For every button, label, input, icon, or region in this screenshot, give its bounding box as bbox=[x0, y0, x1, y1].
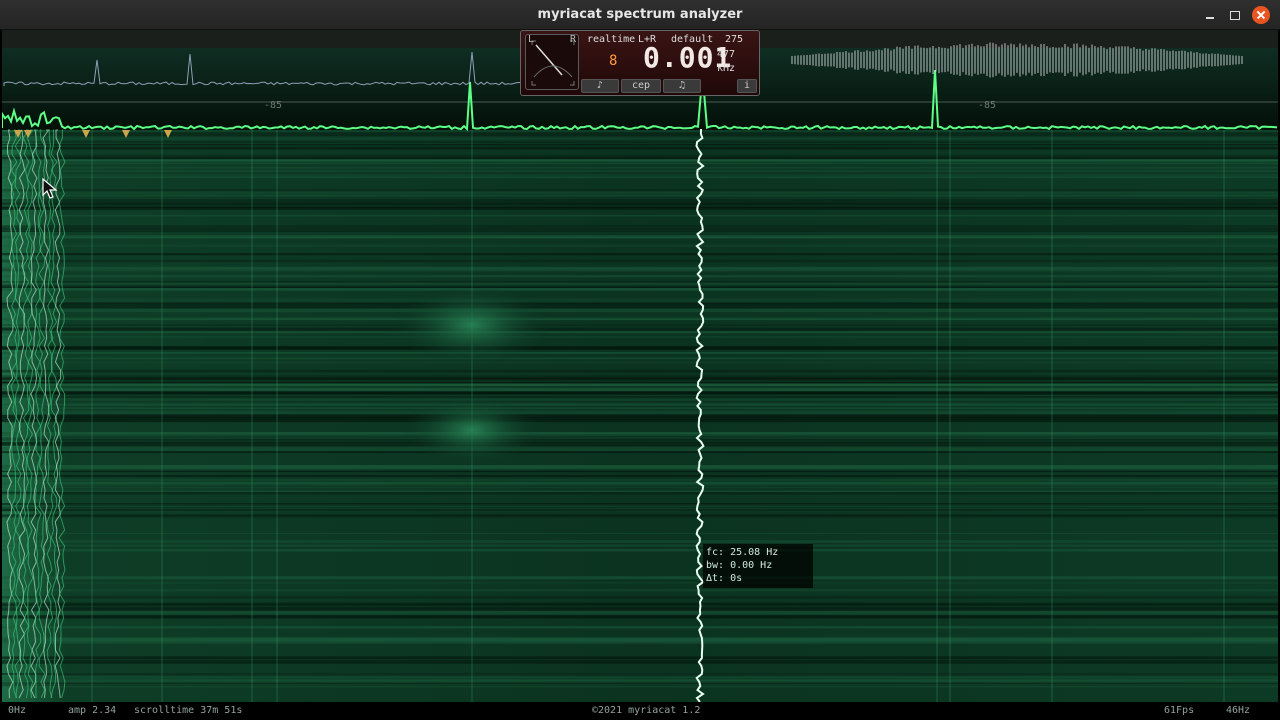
db-scale-label-right: -85 bbox=[978, 100, 997, 111]
meter-left-label: L bbox=[528, 34, 535, 45]
cep-button[interactable]: cep bbox=[621, 79, 661, 93]
window-title: myriacat spectrum analyzer bbox=[537, 7, 743, 22]
max-frequency-label: 46Hz bbox=[1226, 705, 1251, 716]
level-meter: L R bbox=[525, 34, 579, 90]
spectrum-waterfall-view[interactable]: -85 -85 bbox=[2, 30, 1278, 702]
maximize-button[interactable] bbox=[1226, 6, 1244, 24]
tooltip-dt: Δt: 0s bbox=[706, 573, 743, 584]
cursor-readout-tooltip: fc: 25.08 Hz bw: 0.00 Hz Δt: 0s bbox=[703, 544, 813, 588]
status-bar: 0Hz amp 2.34 scrolltime 37m 51s ©2021 my… bbox=[0, 702, 1280, 720]
control-panel: L R realtime L+R default 275 8 0.001 477… bbox=[520, 30, 760, 96]
frequency-unit: kHz bbox=[717, 63, 736, 74]
meter-right-label: R bbox=[570, 34, 577, 45]
small-digit: 8 bbox=[609, 53, 618, 69]
copyright-label: ©2021 myriacat 1.2 bbox=[592, 705, 701, 716]
window-titlebar: myriacat spectrum analyzer bbox=[0, 0, 1280, 30]
minimize-button[interactable] bbox=[1202, 6, 1220, 24]
tooltip-fc: fc: 25.08 Hz bbox=[706, 547, 779, 558]
info-button[interactable]: i bbox=[737, 79, 757, 93]
fps-label: 61Fps bbox=[1164, 705, 1195, 716]
note-icon[interactable]: ♫ bbox=[663, 79, 701, 93]
mode-label[interactable]: realtime bbox=[587, 34, 635, 45]
mouse-pointer-icon bbox=[42, 178, 58, 199]
min-frequency-label: 0Hz bbox=[8, 705, 27, 716]
spectrogram-canvas bbox=[2, 30, 1278, 702]
pitch-icon[interactable]: ♪ bbox=[581, 79, 619, 93]
amp-label: amp 2.34 bbox=[68, 705, 117, 716]
close-button[interactable] bbox=[1252, 6, 1270, 24]
tooltip-bw: bw: 0.00 Hz bbox=[706, 560, 773, 571]
db-scale-label-left: -85 bbox=[264, 100, 283, 111]
scrolltime-label: scrolltime 37m 51s bbox=[134, 705, 243, 716]
panel-buttons: ♪ cep ♫ i bbox=[581, 79, 759, 95]
frequency-fine: 477 bbox=[717, 49, 736, 60]
